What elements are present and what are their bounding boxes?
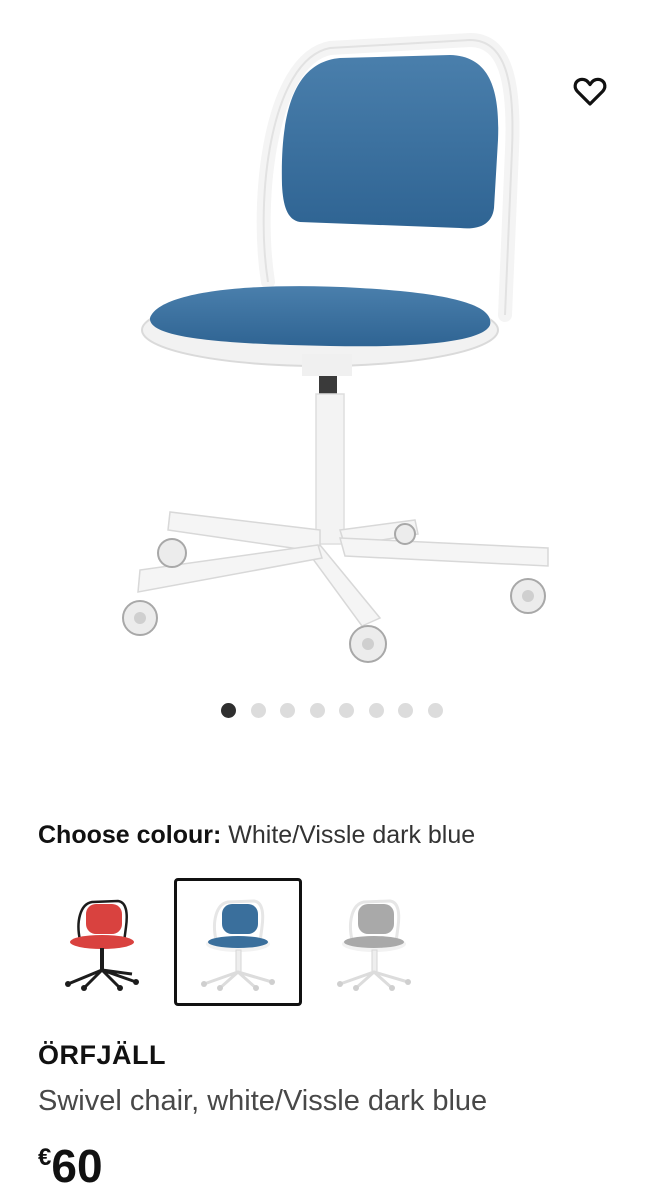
gallery-dot-6[interactable] bbox=[368, 703, 384, 718]
gallery-dot-5[interactable] bbox=[339, 703, 354, 718]
chair-thumbnail-blue bbox=[201, 899, 275, 991]
gallery-dot-2[interactable] bbox=[250, 703, 266, 718]
colour-option-white-grey[interactable] bbox=[310, 878, 438, 1006]
gallery-dot-8[interactable] bbox=[427, 703, 443, 718]
colour-selector-label: Choose colour: White/Vissle dark blue bbox=[38, 820, 475, 850]
colour-label: Choose colour: bbox=[38, 821, 222, 849]
product-image-gallery[interactable] bbox=[0, 0, 665, 690]
colour-value: White/Vissle dark blue bbox=[228, 821, 476, 849]
chair-thumbnail-red bbox=[65, 899, 139, 991]
gallery-pagination bbox=[221, 703, 443, 718]
chair-thumbnail-grey bbox=[337, 899, 411, 991]
product-price: €60 bbox=[38, 1138, 103, 1194]
gallery-dot-7[interactable] bbox=[398, 703, 413, 718]
product-description: Swivel chair, white/Vissle dark blue bbox=[38, 1085, 488, 1117]
favourite-button[interactable] bbox=[568, 70, 612, 114]
colour-option-red-black[interactable] bbox=[38, 878, 166, 1006]
gallery-dot-1[interactable] bbox=[221, 703, 236, 718]
gallery-dot-3[interactable] bbox=[280, 703, 295, 718]
price-currency: € bbox=[38, 1144, 52, 1171]
price-amount: 60 bbox=[51, 1140, 103, 1192]
chair-image bbox=[122, 32, 549, 663]
product-name: ÖRFJÄLL bbox=[38, 1040, 166, 1070]
gallery-dot-4[interactable] bbox=[309, 703, 325, 718]
heart-outline-icon bbox=[573, 77, 607, 106]
colour-option-white-blue[interactable] bbox=[174, 878, 302, 1006]
